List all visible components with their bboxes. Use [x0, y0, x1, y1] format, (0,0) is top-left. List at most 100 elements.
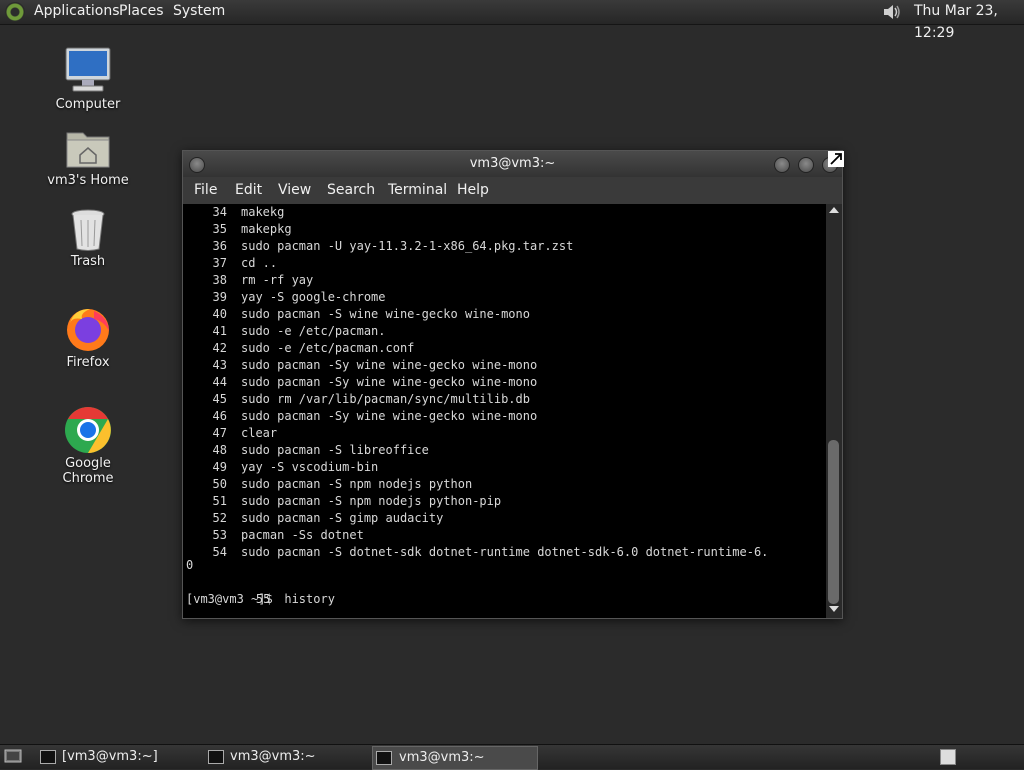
resize-grip-icon[interactable]	[828, 151, 844, 167]
menu-search[interactable]: Search	[327, 177, 375, 203]
history-command: sudo rm /var/lib/pacman/sync/multilib.db	[241, 392, 530, 406]
scroll-up-arrow-icon[interactable]	[829, 207, 839, 213]
home-folder-icon	[66, 132, 110, 168]
window-titlebar[interactable]: vm3@vm3:~	[183, 151, 842, 177]
history-number: 53	[212, 528, 227, 542]
history-command: yay -S google-chrome	[241, 290, 386, 304]
history-line: 54 sudo pacman -S dotnet-sdk dotnet-runti…	[187, 544, 769, 561]
history-line: 53 pacman -Ss dotnet	[187, 527, 364, 544]
taskbar-item[interactable]: [vm3@vm3:~]	[40, 746, 200, 768]
workspace-switcher[interactable]	[940, 749, 956, 765]
window-menu-icon[interactable]	[189, 157, 205, 173]
taskbar-item-label: [vm3@vm3:~]	[62, 749, 158, 764]
places-menu[interactable]: Places	[119, 0, 164, 24]
history-command: makekg	[241, 205, 285, 219]
menu-file[interactable]: File	[194, 177, 217, 203]
taskbar-item-active[interactable]: vm3@vm3:~	[372, 746, 538, 770]
history-number: 50	[212, 477, 227, 491]
menu-terminal[interactable]: Terminal	[388, 177, 447, 203]
history-number: 51	[212, 494, 227, 508]
history-command: sudo -e /etc/pacman.	[241, 324, 386, 338]
scroll-down-arrow-icon[interactable]	[829, 606, 839, 612]
distro-logo-icon[interactable]	[5, 2, 25, 22]
history-number: 47	[212, 426, 227, 440]
chrome-icon	[65, 407, 111, 453]
desktop-icon-firefox[interactable]: Firefox	[38, 305, 138, 370]
desktop-icon-label: Firefox	[66, 355, 110, 370]
show-desktop-icon[interactable]	[4, 748, 22, 764]
history-line: 34 makekg	[187, 204, 285, 221]
history-line: 55 history	[187, 574, 335, 606]
history-command: sudo pacman -S gimp audacity	[241, 511, 444, 525]
history-number: 34	[212, 205, 227, 219]
history-number: 40	[212, 307, 227, 321]
maximize-icon[interactable]	[798, 157, 814, 173]
history-number: 38	[212, 273, 227, 287]
history-number: 41	[212, 324, 227, 338]
bottom-panel: [vm3@vm3:~] vm3@vm3:~ vm3@vm3:~	[0, 744, 1024, 770]
history-command: sudo pacman -S dotnet-sdk dotnet-runtime…	[241, 545, 769, 559]
history-line: 40 sudo pacman -S wine wine-gecko wine-mo…	[187, 306, 530, 323]
menu-edit[interactable]: Edit	[235, 177, 262, 203]
history-command: rm -rf yay	[241, 273, 314, 287]
history-command: pacman -Ss dotnet	[241, 528, 364, 542]
terminal-icon	[40, 750, 56, 764]
history-command: sudo pacman -Sy wine wine-gecko wine-mon…	[241, 409, 538, 423]
history-line: 50 sudo pacman -S npm nodejs python	[187, 476, 473, 493]
scrollbar-thumb[interactable]	[828, 440, 839, 604]
history-line: 44 sudo pacman -Sy wine wine-gecko wine-m…	[187, 374, 538, 391]
minimize-icon[interactable]	[774, 157, 790, 173]
terminal-icon	[376, 751, 392, 765]
history-command: yay -S vscodium-bin	[241, 460, 379, 474]
history-number: 49	[212, 460, 227, 474]
history-line: 48 sudo pacman -S libreoffice	[187, 442, 429, 459]
scrollbar[interactable]	[826, 204, 842, 618]
taskbar-item[interactable]: vm3@vm3:~	[208, 746, 368, 768]
history-number: 36	[212, 239, 227, 253]
taskbar-item-label: vm3@vm3:~	[230, 749, 316, 764]
history-line: 36 sudo pacman -U yay-11.3.2-1-x86_64.pkg…	[187, 238, 574, 255]
terminal-output[interactable]: 34 makekg 35 makepkg 36 sudo pacman -U yay-11…	[183, 204, 826, 618]
terminal-window[interactable]: vm3@vm3:~ File Edit View Search Terminal…	[182, 150, 843, 619]
history-command: sudo pacman -S npm nodejs python	[241, 477, 473, 491]
trash-icon	[71, 209, 105, 251]
history-line: 38 rm -rf yay	[187, 272, 314, 289]
history-command: sudo -e /etc/pacman.conf	[241, 341, 415, 355]
history-command: history	[284, 592, 335, 606]
desktop-icon-label: vm3's Home	[47, 173, 129, 188]
history-line: 42 sudo -e /etc/pacman.conf	[187, 340, 415, 357]
desktop-icon-trash[interactable]: Trash	[38, 208, 138, 269]
system-menu[interactable]: System	[173, 0, 225, 24]
menu-help[interactable]: Help	[457, 177, 489, 203]
history-command: cd ..	[241, 256, 278, 270]
history-line: 41 sudo -e /etc/pacman.	[187, 323, 386, 340]
history-command: clear	[241, 426, 278, 440]
volume-icon[interactable]	[880, 1, 902, 23]
history-line: 47 clear	[187, 425, 278, 442]
history-line: 46 sudo pacman -Sy wine wine-gecko wine-m…	[187, 408, 538, 425]
applications-menu[interactable]: Applications	[34, 0, 120, 24]
history-number: 35	[212, 222, 227, 236]
history-command: sudo pacman -Sy wine wine-gecko wine-mon…	[241, 375, 538, 389]
history-command: sudo pacman -S libreoffice	[241, 443, 429, 457]
desktop-icon-computer[interactable]: Computer	[38, 45, 138, 112]
history-number: 45	[212, 392, 227, 406]
desktop-icon-label: Google Chrome	[62, 456, 114, 486]
history-line: 43 sudo pacman -Sy wine wine-gecko wine-m…	[187, 357, 538, 374]
history-line: 52 sudo pacman -S gimp audacity	[187, 510, 444, 527]
history-line: 39 yay -S google-chrome	[187, 289, 386, 306]
clock[interactable]: Thu Mar 23, 12:29	[914, 0, 1024, 41]
history-number: 42	[212, 341, 227, 355]
history-number: 48	[212, 443, 227, 457]
desktop-icon-label: Trash	[70, 254, 106, 269]
top-panel: Applications Places System Thu Mar 23, 1…	[0, 0, 1024, 41]
computer-icon	[65, 47, 111, 92]
window-title: vm3@vm3:~	[469, 156, 556, 171]
history-line: 51 sudo pacman -S npm nodejs python-pip	[187, 493, 502, 510]
desktop-icon-home[interactable]: vm3's Home	[38, 127, 138, 188]
history-line: 37 cd ..	[187, 255, 278, 272]
menu-view[interactable]: View	[278, 177, 311, 203]
shell-prompt[interactable]: [vm3@vm3 ~]$	[186, 591, 273, 608]
desktop-icon-chrome[interactable]: Google Chrome	[38, 406, 138, 486]
history-number: 37	[212, 256, 227, 270]
